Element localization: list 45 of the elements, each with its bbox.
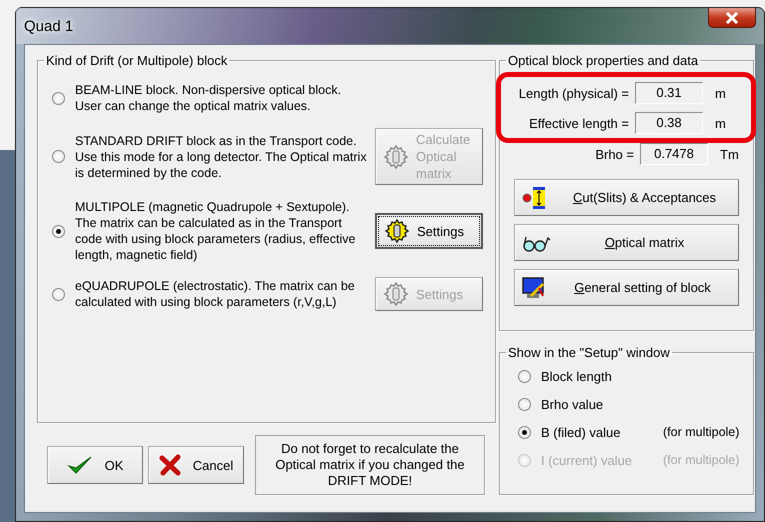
settings-button[interactable]: Settings (375, 213, 483, 249)
option-description: eQUADRUPOLE (electrostatic). The matrix can be calculated with using block parameters (r,V,g,L) (75, 278, 356, 310)
close-button[interactable] (708, 8, 756, 28)
monitor-icon (521, 276, 547, 300)
field-label: Effective length = (528, 116, 629, 130)
option-description: BEAM-LINE block. Non-dispersive optical block. User can change the optical matrix values. (75, 82, 342, 114)
slits-button[interactable]: Cut(Slits) & Acceptances (514, 179, 739, 216)
close-icon (725, 12, 739, 24)
group-title: Kind of Drift (or Multipole) block (45, 53, 228, 68)
option-description: STANDARD DRIFT block as in the Transport code. Use this mode for a long detector. The Optical matrix is determined by the code. (75, 132, 367, 180)
unit-label: m (715, 116, 726, 130)
ok-button[interactable]: OK (47, 446, 143, 484)
value-field[interactable]: 0.38 (635, 112, 703, 134)
option-label: I (current) value (541, 452, 634, 468)
option-label: Brho value (541, 396, 604, 412)
value-field[interactable]: 0.31 (635, 82, 703, 104)
window-title: Quad 1 (24, 18, 74, 34)
radio-button[interactable] (518, 370, 531, 382)
unit-label: m (715, 86, 726, 100)
optical-matrix-button[interactable]: Optical matrix (514, 224, 739, 261)
check-icon (66, 454, 93, 476)
group-title: Show in the "Setup" window (507, 345, 671, 360)
radio-button[interactable] (52, 150, 65, 163)
gear-icon (382, 142, 410, 170)
group-title: Optical block properties and data (507, 53, 700, 68)
warning-note: Do not forget to recalculate the Optical matrix if you changed the DRIFT MODE! (255, 435, 485, 495)
option-label: B (filed) value (541, 424, 622, 440)
radio-button[interactable] (52, 92, 65, 104)
unit-label: Tm (720, 146, 739, 162)
radio-button[interactable] (52, 288, 65, 300)
option-description: MULTIPOLE (magnetic Quadrupole + Sextupole). The matrix can be calculated as in the Transport code with using block parameters (radius, effective length, magnetic field) (75, 199, 356, 263)
field-label: Brho = (594, 146, 634, 162)
gear-icon (383, 217, 411, 245)
option-note: (for multipole) (663, 425, 740, 439)
option-label: Block length (541, 368, 613, 384)
radio-button[interactable] (518, 398, 531, 410)
gear-icon (382, 280, 410, 308)
field-label: Length (physical) = (518, 86, 629, 100)
value-field[interactable]: 0.7478 (640, 143, 708, 165)
cross-icon (158, 454, 181, 476)
radio-button[interactable] (518, 426, 531, 438)
cancel-button[interactable]: Cancel (148, 446, 244, 484)
option-note: (for multipole) (663, 453, 740, 467)
radio-button[interactable] (52, 224, 65, 238)
general-settings-button[interactable]: General setting of block (514, 269, 739, 306)
